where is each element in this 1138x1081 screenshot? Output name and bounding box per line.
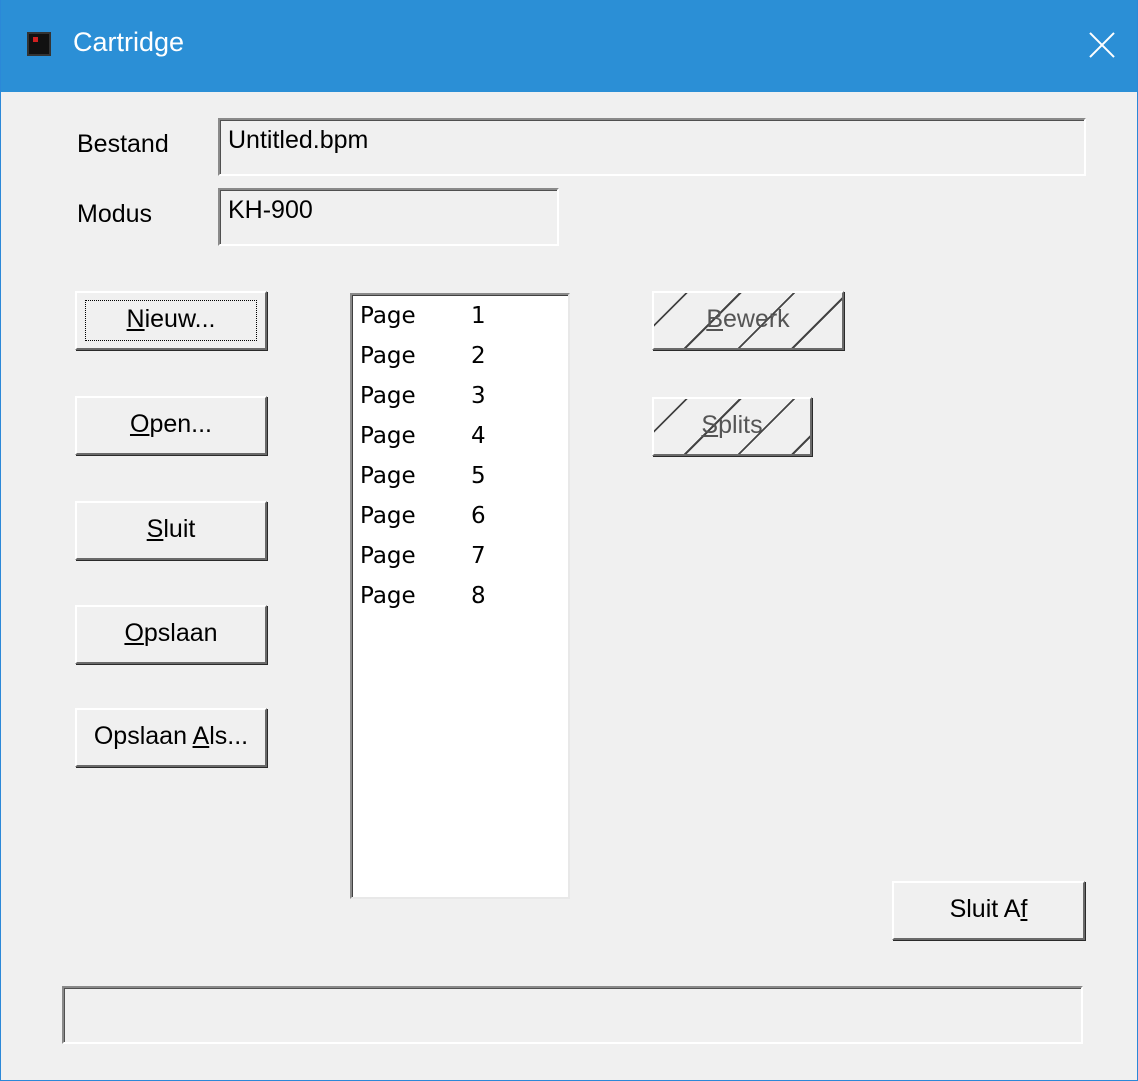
bewerk-button-label: Bewerk [706, 305, 790, 333]
page-label: Page [360, 543, 416, 569]
focus-ring [85, 300, 257, 341]
page-label: Page [360, 583, 416, 609]
page-label: Page [360, 303, 416, 329]
bestand-field: Untitled.bpm [218, 118, 1086, 176]
list-item[interactable]: Page 5 [352, 463, 568, 503]
list-item[interactable]: Page 2 [352, 343, 568, 383]
opslaan-als-button-label: Opslaan Als... [93, 722, 249, 750]
page-listbox[interactable]: Page 1 Page 2 Page 3 Page 4 Page 5 Page 6 Page 7 Page 8 [350, 293, 570, 899]
page-number: 4 [471, 423, 486, 449]
sluit-button-label: Sluit [146, 515, 196, 543]
bestand-label: Bestand [77, 130, 169, 158]
modus-field: KH-900 [218, 188, 559, 246]
page-label: Page [360, 343, 416, 369]
page-label: Page [360, 463, 416, 489]
nieuw-button[interactable]: Nieuw... [75, 291, 267, 350]
title-bar[interactable]: Cartridge [1, 0, 1137, 92]
page-number: 8 [471, 583, 486, 609]
status-bar [62, 986, 1083, 1044]
page-label: Page [360, 383, 416, 409]
splits-button[interactable]: Splits [652, 397, 812, 456]
sluit-af-button[interactable]: Sluit Af [892, 881, 1085, 940]
list-item[interactable]: Page 7 [352, 543, 568, 583]
page-number: 7 [471, 543, 486, 569]
app-icon [27, 32, 51, 56]
opslaan-button-label: Opslaan [124, 619, 218, 647]
page-label: Page [360, 503, 416, 529]
bewerk-button[interactable]: Bewerk [652, 291, 844, 350]
close-icon[interactable] [1079, 22, 1125, 68]
page-number: 6 [471, 503, 486, 529]
page-label: Page [360, 423, 416, 449]
list-item[interactable]: Page 8 [352, 583, 568, 623]
list-item[interactable]: Page 1 [352, 303, 568, 343]
opslaan-button[interactable]: Opslaan [75, 605, 267, 664]
page-number: 2 [471, 343, 486, 369]
sluit-af-button-label: Sluit Af [949, 895, 1028, 923]
open-button-label: Open... [129, 410, 212, 438]
splits-button-label: Splits [701, 411, 763, 439]
list-item[interactable]: Page 3 [352, 383, 568, 423]
opslaan-als-button[interactable]: Opslaan Als... [75, 708, 267, 767]
cartridge-window: Cartridge Bestand Untitled.bpm Modus KH-… [0, 0, 1138, 1081]
open-button[interactable]: Open... [75, 396, 267, 455]
window-title: Cartridge [73, 27, 185, 57]
sluit-button[interactable]: Sluit [75, 501, 267, 560]
page-number: 1 [471, 303, 486, 329]
page-number: 5 [471, 463, 486, 489]
list-item[interactable]: Page 4 [352, 423, 568, 463]
list-item[interactable]: Page 6 [352, 503, 568, 543]
page-number: 3 [471, 383, 486, 409]
modus-label: Modus [77, 200, 153, 228]
